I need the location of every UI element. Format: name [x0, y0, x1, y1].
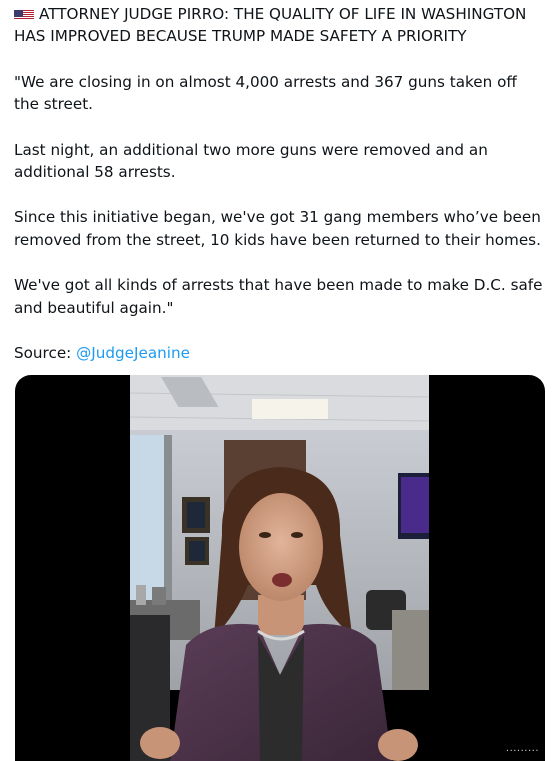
video-watermark: ·········: [505, 746, 539, 757]
us-flag-icon: [14, 7, 34, 20]
tweet-headline: ATTORNEY JUDGE PIRRO: THE QUALITY OF LIF…: [14, 3, 546, 48]
tweet-paragraph: We've got all kinds of arrests that have…: [14, 276, 548, 317]
source-handle-link[interactable]: @JudgeJeanine: [76, 344, 190, 362]
tweet-paragraph: Since this initiative began, we've got 3…: [14, 208, 546, 249]
tweet-paragraph: "We are closing in on almost 4,000 arres…: [14, 72, 522, 114]
video-frame[interactable]: [130, 375, 429, 761]
video-still: [130, 375, 429, 761]
video-player[interactable]: ·········: [15, 375, 545, 761]
tweet-text: ATTORNEY JUDGE PIRRO: THE QUALITY OF LIF…: [14, 3, 546, 387]
tweet-paragraph: Last night, an additional two more guns …: [14, 140, 493, 182]
source-label: Source:: [14, 344, 77, 363]
headline-text: ATTORNEY JUDGE PIRRO: THE QUALITY OF LIF…: [14, 5, 532, 46]
source-line: Source: @JudgeJeanine: [14, 342, 546, 364]
tweet: ATTORNEY JUDGE PIRRO: THE QUALITY OF LIF…: [0, 0, 560, 761]
